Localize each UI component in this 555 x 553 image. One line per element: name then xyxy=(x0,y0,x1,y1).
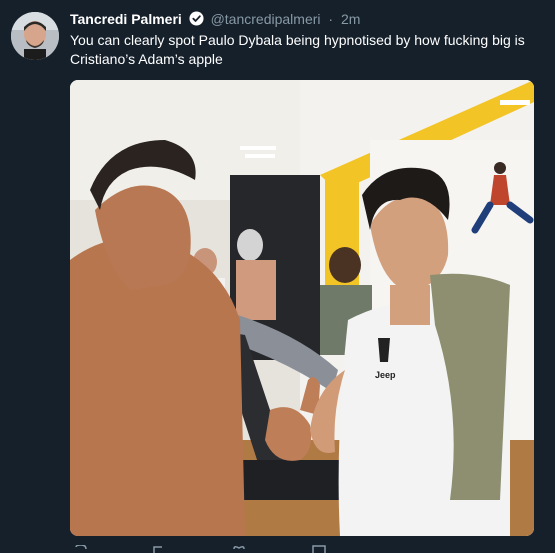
reply-icon[interactable] xyxy=(74,545,88,553)
direct-message-icon[interactable] xyxy=(312,545,326,553)
display-name[interactable]: Tancredi Palmeri xyxy=(70,11,182,27)
tweet-image[interactable]: Jeep xyxy=(70,80,534,536)
tweet-header: Tancredi Palmeri @tancredipalmeri · 2m xyxy=(70,10,360,28)
retweet-icon[interactable] xyxy=(152,545,166,553)
avatar-image xyxy=(11,12,59,60)
user-handle[interactable]: @tancredipalmeri xyxy=(211,11,321,27)
tweet-actions xyxy=(70,545,370,553)
avatar[interactable] xyxy=(11,12,59,60)
shirt-sponsor-text: Jeep xyxy=(375,370,396,380)
heart-icon[interactable] xyxy=(232,545,246,553)
separator-dot: · xyxy=(328,11,334,27)
timestamp[interactable]: 2m xyxy=(341,11,360,27)
verified-badge-icon xyxy=(189,11,204,26)
tweet-card[interactable]: Tancredi Palmeri @tancredipalmeri · 2m Y… xyxy=(0,0,555,553)
tweet-text: You can clearly spot Paulo Dybala being … xyxy=(70,32,525,67)
gym-photo: Jeep xyxy=(70,80,534,536)
